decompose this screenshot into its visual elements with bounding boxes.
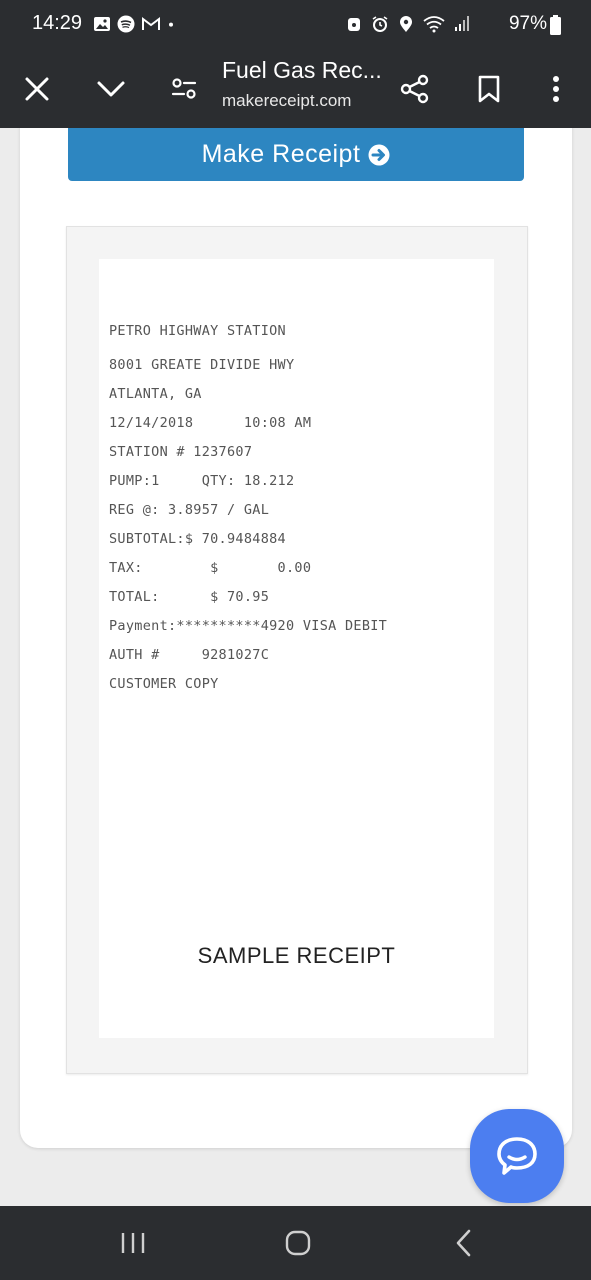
receipt-lines: PETRO HIGHWAY STATION 8001 GREATE DIVIDE… (109, 321, 387, 703)
status-icons-right (345, 15, 471, 33)
minimize-button[interactable] (91, 69, 131, 109)
bookmark-icon (478, 75, 500, 103)
home-icon (285, 1230, 311, 1256)
recent-apps-button[interactable] (113, 1226, 153, 1260)
receipt-line: AUTH # 9281027C (109, 647, 270, 663)
share-icon (400, 74, 429, 104)
gallery-icon (94, 17, 110, 31)
receipt-line: 12/14/2018 10:08 AM (109, 415, 312, 431)
chat-bubble-icon (497, 1137, 537, 1175)
receipt-line: Payment:**********4920 VISA DEBIT (109, 618, 388, 634)
page-settings-button[interactable] (164, 69, 204, 109)
receipt-preview: PETRO HIGHWAY STATION 8001 GREATE DIVIDE… (66, 226, 528, 1074)
battery-level: 97% (508, 13, 547, 34)
bookmark-button[interactable] (469, 69, 509, 109)
chat-button[interactable] (470, 1109, 564, 1203)
make-receipt-button[interactable]: Make Receipt (68, 128, 524, 181)
page-content: Make Receipt PETRO HIGHWAY STATION 8001 … (0, 128, 591, 1206)
receipt-line: PETRO HIGHWAY STATION (109, 323, 286, 339)
receipt-line: CUSTOMER COPY (109, 676, 219, 692)
dot-icon (169, 22, 173, 27)
status-icons-left (93, 15, 179, 33)
close-button[interactable] (17, 69, 57, 109)
receipt-line: 8001 GREATE DIVIDE HWY (109, 357, 295, 373)
receipt-paper: PETRO HIGHWAY STATION 8001 GREATE DIVIDE… (99, 259, 494, 1038)
status-bar: 14:29 97% (0, 0, 591, 50)
status-time: 14:29 (32, 12, 83, 34)
receipt-line: REG @: 3.8957 / GAL (109, 502, 270, 518)
system-nav-bar (0, 1206, 591, 1280)
recent-apps-icon (121, 1233, 145, 1253)
arrow-circle-right-icon (368, 144, 390, 165)
sample-watermark: SAMPLE RECEIPT (197, 943, 396, 968)
more-button[interactable] (536, 69, 576, 109)
spotify-icon (117, 15, 135, 33)
more-icon (553, 76, 559, 102)
lock-icon (348, 18, 360, 31)
alarm-icon (372, 16, 388, 32)
close-icon (25, 77, 49, 101)
page-url: makereceipt.com (222, 91, 352, 110)
chevron-down-icon (97, 81, 125, 97)
receipt-line: ATLANTA, GA (109, 386, 202, 402)
receipt-line: PUMP:1 QTY: 18.212 (109, 473, 295, 489)
receipt-line: TOTAL: $ 70.95 (109, 589, 270, 605)
make-receipt-label: Make Receipt (201, 140, 361, 168)
receipt-line: STATION # 1237607 (109, 444, 253, 460)
signal-icon (455, 16, 469, 31)
back-icon (456, 1229, 471, 1257)
page-title: Fuel Gas Rec... (222, 57, 382, 83)
receipt-line: TAX: $ 0.00 (109, 560, 312, 576)
share-button[interactable] (395, 69, 435, 109)
page-settings-icon (171, 78, 197, 99)
home-button[interactable] (278, 1226, 318, 1260)
location-icon (400, 16, 412, 32)
battery-icon (550, 15, 561, 35)
back-button[interactable] (444, 1226, 484, 1260)
receipt-line: SUBTOTAL:$ 70.9484884 (109, 531, 286, 547)
wifi-icon (423, 16, 445, 33)
gmail-icon (142, 17, 160, 30)
browser-toolbar: Fuel Gas Rec... makereceipt.com (0, 50, 591, 128)
